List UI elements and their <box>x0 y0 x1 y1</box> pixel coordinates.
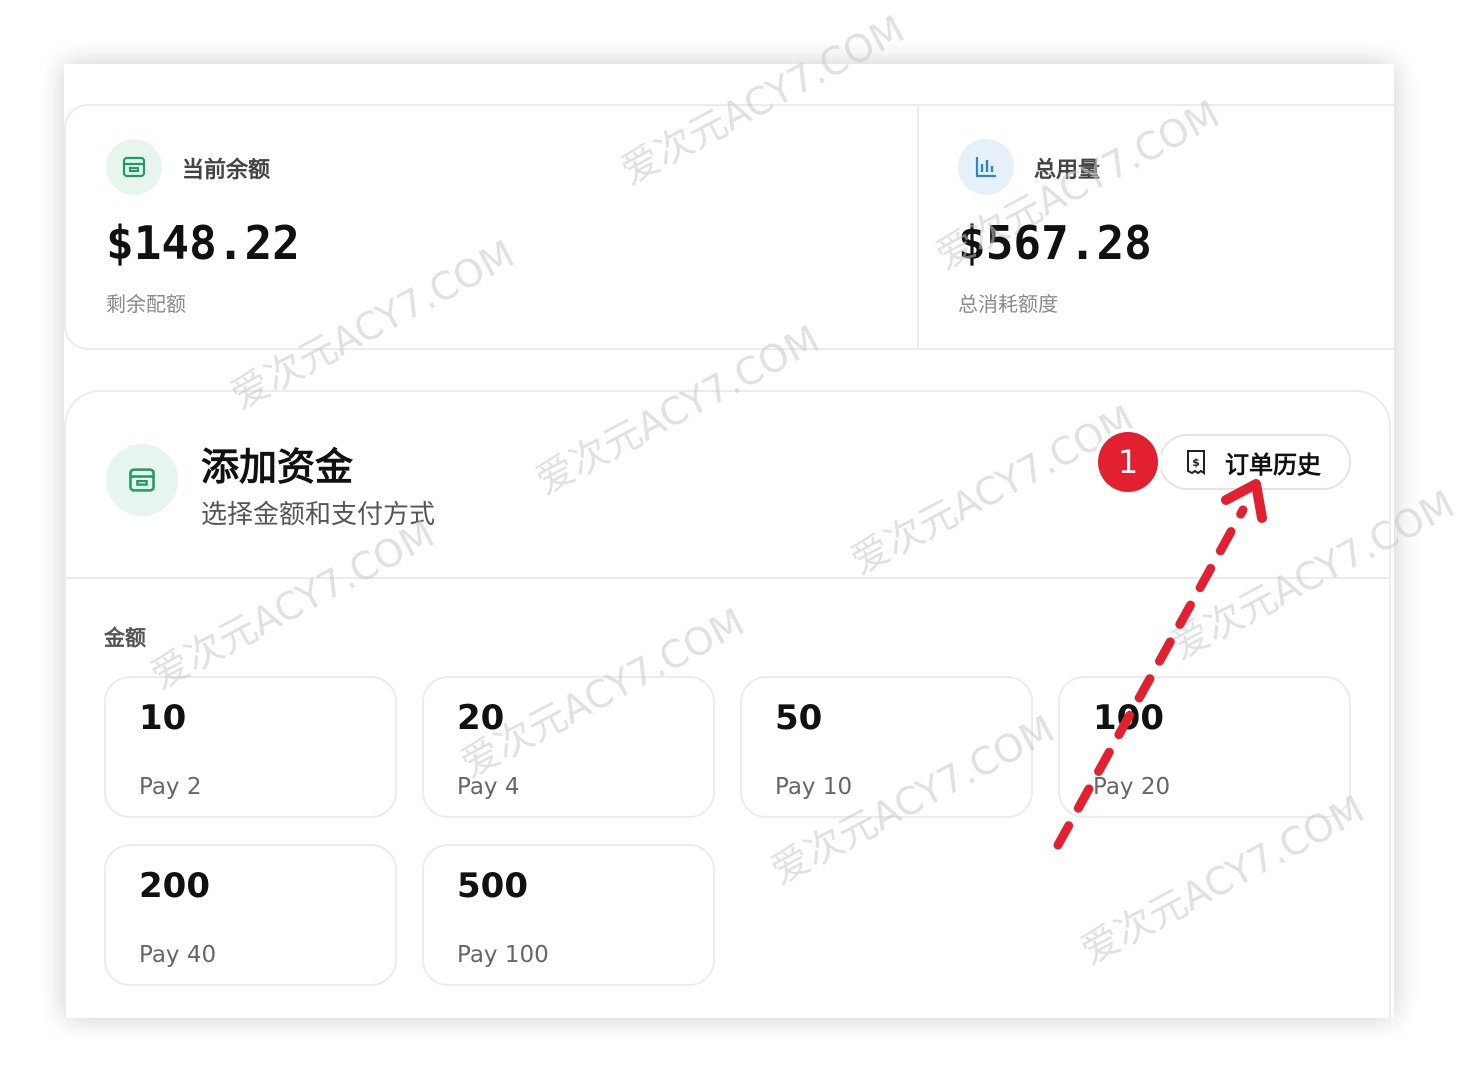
usage-value: $567.28 <box>958 216 1152 270</box>
usage-label: 总用量 <box>1034 158 1101 183</box>
amount-price: Pay 20 <box>1093 774 1171 800</box>
amount-price: Pay 100 <box>457 942 549 968</box>
balance-value: $148.22 <box>106 216 300 270</box>
amount-option-20[interactable]: 20 Pay 4 <box>422 676 715 818</box>
usage-sub: 总消耗额度 <box>958 292 1058 316</box>
add-funds-card: 添加资金 选择金额和支付方式 $ 订单历史 金额 10 Pay 2 20 Pay… <box>64 390 1391 1018</box>
stats-divider <box>917 106 919 348</box>
amount-value: 200 <box>139 866 210 906</box>
amount-price: Pay 40 <box>139 942 217 968</box>
add-funds-subtitle: 选择金额和支付方式 <box>201 500 436 530</box>
bar-chart-icon <box>958 139 1014 195</box>
amount-option-50[interactable]: 50 Pay 10 <box>740 676 1033 818</box>
amount-value: 500 <box>457 866 528 906</box>
amount-option-200[interactable]: 200 Pay 40 <box>104 844 397 986</box>
amount-price: Pay 2 <box>139 774 202 800</box>
stats-card: 当前余额 $148.22 剩余配额 总用量 $567.28 总消耗额度 <box>64 104 1394 350</box>
amount-option-500[interactable]: 500 Pay 100 <box>422 844 715 986</box>
app-window: 当前余额 $148.22 剩余配额 总用量 $567.28 总消耗额度 添加资金… <box>64 64 1394 1018</box>
step-badge: 1 <box>1098 432 1158 492</box>
amount-price: Pay 4 <box>457 774 520 800</box>
amount-value: 10 <box>139 698 187 738</box>
balance-sub: 剩余配额 <box>106 292 186 316</box>
order-history-label: 订单历史 <box>1225 450 1321 479</box>
amount-value: 20 <box>457 698 505 738</box>
wallet-icon <box>106 139 162 195</box>
add-funds-title: 添加资金 <box>201 445 354 489</box>
amount-price: Pay 10 <box>775 774 853 800</box>
amount-label: 金额 <box>104 626 146 650</box>
svg-text:$: $ <box>1192 456 1200 469</box>
amount-value: 50 <box>775 698 823 738</box>
amount-value: 100 <box>1093 698 1164 738</box>
amount-option-10[interactable]: 10 Pay 2 <box>104 676 397 818</box>
order-history-button[interactable]: $ 订单历史 <box>1159 434 1351 490</box>
amount-option-100[interactable]: 100 Pay 20 <box>1058 676 1351 818</box>
wallet-icon <box>106 444 178 516</box>
balance-label: 当前余额 <box>182 158 271 183</box>
card-divider <box>66 577 1389 579</box>
receipt-icon: $ <box>1185 449 1207 475</box>
